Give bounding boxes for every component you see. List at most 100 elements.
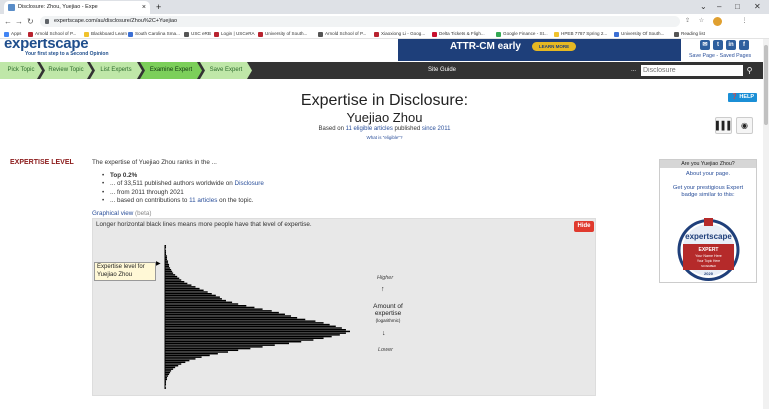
minimize-icon[interactable]: – [717, 0, 721, 14]
twitter-icon[interactable]: t [713, 40, 723, 50]
histogram-bar [165, 245, 167, 247]
bookmark-item[interactable]: Blackboard Learn [84, 29, 127, 38]
bookmark-label: Apps [11, 31, 22, 36]
histogram-bar [165, 253, 167, 256]
site-header: expertscape Your first step to a Second … [0, 39, 769, 62]
facebook-icon[interactable]: f [739, 40, 749, 50]
expert-badge[interactable]: expertscape EXPERT Your Name Here Your T… [664, 212, 753, 282]
histogram-bar [165, 301, 233, 304]
histogram-bar [165, 380, 167, 382]
linkedin-icon[interactable]: in [726, 40, 736, 50]
get-badge-link[interactable]: Get your prestigious Expert badge simila… [668, 185, 748, 199]
topic-link[interactable]: Disclosure [235, 180, 264, 187]
since-year-link[interactable]: since 2011 [422, 126, 451, 132]
bookmark-label: Arnold School of P... [35, 31, 77, 36]
scrollbar-thumb[interactable] [764, 45, 768, 125]
bookmark-item[interactable]: Delta Tickets & Fligh... [432, 29, 485, 38]
bookmark-item[interactable]: Reading list [674, 29, 705, 38]
share-icon[interactable]: ⇪ [683, 17, 692, 26]
maximize-icon[interactable]: □ [735, 0, 740, 14]
histogram-bar [165, 334, 340, 336]
badge-name: Your Name Here [695, 254, 722, 258]
hide-button[interactable]: Hide [574, 221, 594, 232]
histogram-bar [165, 330, 350, 333]
bookmark-icon [432, 31, 437, 37]
histogram-bar [165, 356, 202, 358]
histogram-bar [165, 366, 176, 369]
histogram-bar [165, 337, 324, 340]
list-item: ... based on contributions to 11 article… [102, 197, 264, 206]
histogram-bar [165, 291, 208, 293]
bookmark-icon [374, 31, 379, 37]
bookmark-item[interactable]: USC eRB [184, 29, 211, 38]
save-links: Save Page - Saved Pages [689, 53, 752, 59]
bookmark-item[interactable]: Arnold School of P... [318, 29, 367, 38]
tab-close-icon[interactable]: × [142, 1, 146, 14]
histogram-bar [165, 378, 168, 381]
about-page-link[interactable]: About your page. [660, 171, 756, 177]
bookmark-item[interactable]: Arnold School of P... [28, 29, 77, 38]
crumb-examine-expert[interactable]: Examine Expert [140, 62, 202, 79]
bookmark-item[interactable]: South Carolina Sma... [128, 29, 180, 38]
star-icon[interactable]: ☆ [697, 17, 706, 26]
graphical-view-link[interactable]: Graphical view [92, 210, 133, 217]
bookmark-icon [674, 31, 679, 37]
menu-icon[interactable]: ⋮ [740, 17, 749, 26]
globe-icon[interactable]: ◉ [736, 117, 753, 134]
search-input[interactable] [641, 65, 743, 76]
badge-topic: Your Topic Here [697, 259, 720, 263]
site-guide-link[interactable]: Site Guide [428, 62, 456, 79]
url-text: expertscape.com/au/disclosure/Zhou%2C+Yu… [54, 18, 178, 24]
graphical-panel: Longer horizontal black lines means more… [92, 218, 596, 396]
bookmark-item[interactable]: Xiaoxiong Li - Goog... [374, 29, 426, 38]
profile-avatar[interactable] [713, 17, 722, 26]
histogram-bar [165, 335, 332, 338]
crumb-save-expert[interactable]: Save Expert [200, 62, 252, 79]
histogram-bar [165, 303, 239, 305]
barcode-icon[interactable]: ▌▌▌ [715, 117, 733, 134]
bookmark-item[interactable]: HPEB 7787 Spring 2... [554, 29, 607, 38]
bookmark-item[interactable]: Login | USCeRA [214, 29, 255, 38]
what-is-eligible-link[interactable]: What is "eligible"? [0, 135, 769, 140]
histogram-bar [165, 310, 272, 312]
histogram-bar [165, 272, 174, 274]
histogram-bar [165, 263, 170, 266]
ad-learn-more-button[interactable]: LEARN MORE [532, 42, 576, 51]
articles-link[interactable]: 11 articles [189, 197, 217, 204]
window-close-icon[interactable]: ✕ [754, 0, 761, 14]
eligible-articles-link[interactable]: 11 eligible articles [346, 126, 393, 132]
address-bar[interactable]: expertscape.com/au/disclosure/Zhou%2C+Yu… [40, 16, 680, 27]
tab-search-icon[interactable]: ⌄ [700, 0, 707, 14]
histogram-bar [165, 305, 247, 307]
crumb-pick-topic[interactable]: Pick Topic [0, 62, 42, 79]
browser-tab[interactable]: Disclosure: Zhou, Yuejiao - Expe × [4, 1, 150, 14]
histogram-bar [165, 260, 169, 262]
crumb-list-experts[interactable]: List Experts [90, 62, 142, 79]
nav-more[interactable]: ... [631, 62, 636, 79]
new-tab-icon[interactable]: + [156, 0, 161, 14]
email-share-icon[interactable]: ✉ [700, 40, 710, 50]
histogram-bar [165, 318, 306, 321]
reload-icon[interactable]: ↻ [27, 14, 34, 29]
bookmark-item[interactable]: University of South... [258, 29, 307, 38]
ad-banner[interactable]: ATTR-CM early LEARN MORE [398, 39, 681, 61]
histogram-bar [165, 325, 336, 328]
bookmark-item[interactable]: Google Finance - St... [496, 29, 548, 38]
bookmark-item[interactable]: Apps [4, 29, 22, 38]
bookmark-label: Xiaoxiong Li - Goog... [381, 31, 426, 36]
search-icon[interactable]: ⚲ [744, 65, 755, 76]
up-arrow-icon: ↑ [381, 286, 385, 293]
bookmark-label: Arnold School of P... [325, 31, 367, 36]
crumb-review-topic[interactable]: Review Topic [40, 62, 92, 79]
histogram-bar [165, 341, 302, 343]
back-icon[interactable]: ← [4, 14, 12, 29]
histogram-bar [165, 358, 196, 360]
help-button[interactable]: ❓ HELP [728, 93, 757, 102]
histogram-bar [165, 361, 186, 364]
histogram-bar [165, 375, 169, 377]
forward-icon[interactable]: → [15, 14, 23, 29]
save-page-link[interactable]: Save Page [689, 53, 715, 59]
saved-pages-link[interactable]: Saved Pages [720, 53, 752, 59]
bookmark-item[interactable]: University Of South... [614, 29, 664, 38]
bookmark-label: USC eRB [191, 31, 211, 36]
